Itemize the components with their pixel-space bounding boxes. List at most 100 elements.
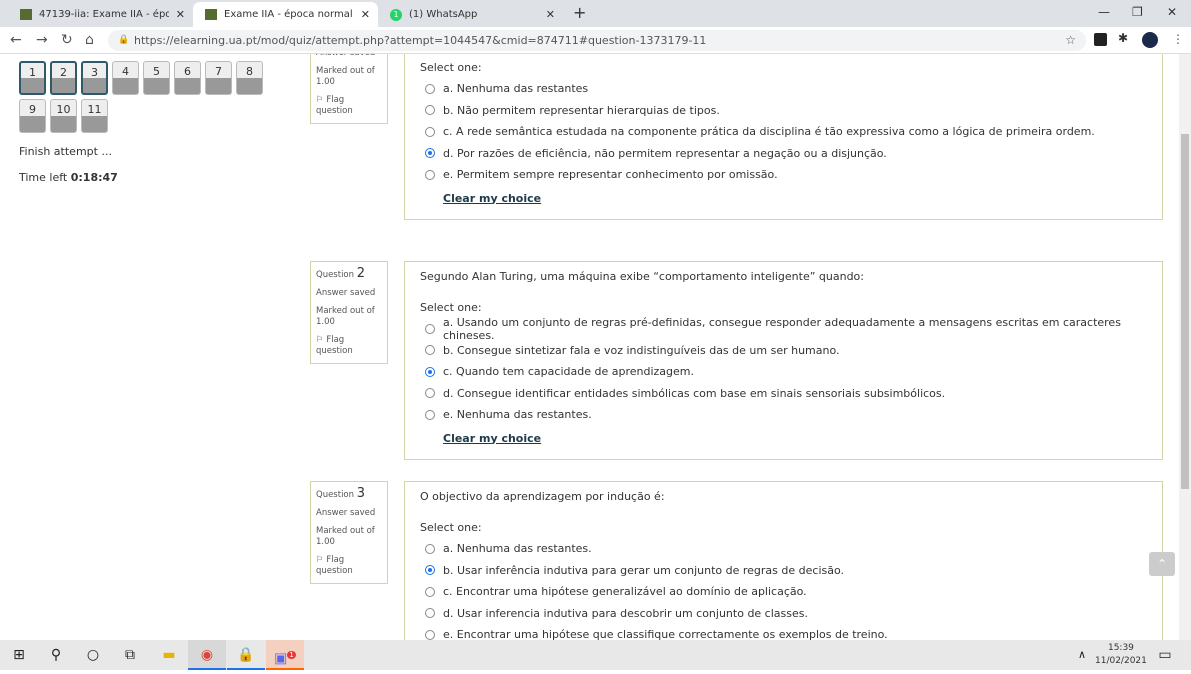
answer-option[interactable]: c. Quando tem capacidade de aprendizagem… — [420, 361, 1147, 383]
radio-button[interactable] — [425, 345, 435, 356]
radio-button[interactable] — [425, 629, 435, 640]
back-to-top-button[interactable]: ⌃ — [1149, 552, 1175, 576]
radio-button[interactable] — [425, 83, 435, 94]
quiz-nav-button[interactable]: 10 — [50, 99, 77, 133]
answer-option[interactable]: c. Encontrar uma hipótese generalizável … — [420, 581, 1147, 603]
flag-question-link[interactable]: ⚐ Flag question — [316, 555, 382, 577]
search-icon[interactable]: ⚲ — [37, 640, 75, 670]
back-icon[interactable]: ← — [10, 32, 22, 48]
whatsapp-icon: 1 — [390, 8, 402, 21]
marked-out-of: Marked out of 1.00 — [316, 306, 375, 327]
bookmark-star-icon[interactable]: ☆ — [1065, 30, 1076, 51]
quiz-nav-button[interactable]: 4 — [112, 61, 139, 95]
url-input[interactable]: 🔒 https://elearning.ua.pt/mod/quiz/attemp… — [108, 30, 1086, 51]
chrome-icon[interactable]: ◉ — [188, 640, 226, 670]
extension-icon[interactable] — [1094, 33, 1107, 46]
quiz-nav-button[interactable]: 5 — [143, 61, 170, 95]
page-content: 1 2 3 4 5 6 7 8 9 10 11 Finish attempt ... Time le… — [0, 54, 1179, 640]
new-tab-button[interactable]: + — [573, 3, 586, 22]
radio-button[interactable] — [425, 608, 435, 619]
answer-option[interactable]: b. Não permitem representar hierarquias … — [420, 100, 1147, 122]
cortana-icon[interactable]: ○ — [74, 640, 112, 670]
answer-option[interactable]: a. Nenhuma das restantes — [420, 78, 1147, 100]
flag-question-link[interactable]: ⚐ Flag question — [316, 335, 382, 357]
tab-bar: 47139-iia: Exame IIA - época normal✕ Exa… — [0, 0, 1191, 27]
forward-icon[interactable]: → — [36, 32, 48, 48]
radio-button[interactable] — [425, 543, 435, 554]
answer-status: Answer saved — [316, 54, 382, 59]
flag-question-link[interactable]: ⚐ Flag question — [316, 95, 382, 117]
scrollbar-thumb[interactable] — [1181, 134, 1189, 489]
scrollbar[interactable] — [1179, 54, 1191, 640]
radio-button[interactable] — [425, 105, 435, 116]
radio-button[interactable] — [425, 388, 435, 399]
answer-status: Answer saved — [316, 508, 376, 518]
close-tab-icon[interactable]: ✕ — [546, 8, 555, 21]
profile-avatar[interactable] — [1142, 32, 1158, 48]
clock[interactable]: 15:39 11/02/2021 — [1095, 642, 1147, 668]
question-info: Question 2 Answer saved Marked out of 1.… — [310, 261, 388, 364]
answer-option[interactable]: c. A rede semântica estudada na componen… — [420, 121, 1147, 143]
flag-icon: ⚐ — [316, 335, 324, 345]
close-tab-icon[interactable]: ✕ — [176, 8, 185, 21]
notifications-icon[interactable]: ▭ — [1146, 640, 1184, 670]
minimize-button[interactable]: — — [1098, 5, 1110, 19]
tab-exam[interactable]: Exame IIA - época normal - 1ª parte✕ — [193, 2, 378, 27]
answer-status: Answer saved — [316, 288, 376, 298]
flag-icon: ⚐ — [316, 95, 324, 105]
answer-option[interactable]: b. Consegue sintetizar fala e voz indist… — [420, 340, 1147, 362]
answer-option[interactable]: e. Permitem sempre representar conhecime… — [420, 164, 1147, 186]
question-box: Relativamente às redes semânticas, indiq… — [404, 54, 1163, 220]
radio-button[interactable] — [425, 565, 435, 576]
question-info: Question 3 Answer saved Marked out of 1.… — [310, 481, 388, 584]
moodle-favicon-icon — [20, 9, 32, 20]
home-icon[interactable]: ⌂ — [85, 32, 94, 48]
radio-button[interactable] — [425, 323, 435, 334]
radio-button[interactable] — [425, 366, 435, 377]
clear-choice-link[interactable]: Clear my choice — [443, 432, 541, 445]
clear-choice-link[interactable]: Clear my choice — [443, 192, 541, 205]
restore-button[interactable]: ❐ — [1132, 5, 1143, 19]
flag-icon: ⚐ — [316, 555, 324, 565]
discord-icon[interactable]: ▣ 1 — [266, 640, 304, 670]
radio-button[interactable] — [425, 409, 435, 420]
extensions-puzzle-icon[interactable]: ✱ — [1118, 31, 1131, 45]
task-view-icon[interactable]: ⧉ — [111, 640, 149, 670]
answer-option[interactable]: b. Usar inferência indutiva para gerar u… — [420, 560, 1147, 582]
radio-button[interactable] — [425, 126, 435, 137]
quiz-nav-button[interactable]: 8 — [236, 61, 263, 95]
answer-option[interactable]: d. Consegue identificar entidades simból… — [420, 383, 1147, 405]
lock-icon: 🔒 — [118, 35, 130, 45]
answer-option[interactable]: d. Por razões de eficiência, não permite… — [420, 143, 1147, 165]
question-info: Question 1 Answer saved Marked out of 1.… — [310, 54, 388, 124]
quiz-nav-button[interactable]: 2 — [50, 61, 77, 95]
quiz-nav-button[interactable]: 1 — [19, 61, 46, 95]
answer-option[interactable]: e. Encontrar uma hipótese que classifiqu… — [420, 624, 1147, 640]
finish-attempt-link[interactable]: Finish attempt ... — [19, 145, 112, 158]
close-tab-icon[interactable]: ✕ — [361, 8, 370, 21]
taskbar: ⊞ ⚲ ○ ⧉ ▬ ◉ 🔒 ▣ 1 ∧ 15:39 11/02/2021 ▭ — [0, 640, 1191, 670]
quiz-nav-button[interactable]: 11 — [81, 99, 108, 133]
tab-course[interactable]: 47139-iia: Exame IIA - época normal✕ — [8, 2, 193, 27]
radio-button[interactable] — [425, 586, 435, 597]
radio-button[interactable] — [425, 148, 435, 159]
quiz-nav-button[interactable]: 3 — [81, 61, 108, 95]
answer-option[interactable]: a. Nenhuma das restantes. — [420, 538, 1147, 560]
menu-icon[interactable]: ⋮ — [1172, 32, 1184, 46]
quiz-nav-button[interactable]: 6 — [174, 61, 201, 95]
answer-option[interactable]: a. Usando um conjunto de regras pré-defi… — [420, 316, 1147, 342]
close-window-button[interactable]: ✕ — [1167, 5, 1177, 19]
answer-option[interactable]: e. Nenhuma das restantes. — [420, 404, 1147, 426]
quiz-nav-button[interactable]: 7 — [205, 61, 232, 95]
windows-start-icon[interactable]: ⊞ — [0, 640, 38, 670]
reload-icon[interactable]: ↻ — [61, 32, 73, 48]
file-explorer-icon[interactable]: ▬ — [150, 640, 188, 670]
answer-option[interactable]: d. Usar inferencia indutiva para descobr… — [420, 603, 1147, 625]
quiz-nav-button[interactable]: 9 — [19, 99, 46, 133]
timer: Time left 0:18:47 — [19, 171, 118, 184]
lock-app-icon[interactable]: 🔒 — [227, 640, 265, 670]
radio-button[interactable] — [425, 169, 435, 180]
question-text: O objectivo da aprendizagem por indução … — [420, 490, 665, 503]
tab-whatsapp[interactable]: 1 (1) WhatsApp ✕ — [378, 2, 563, 27]
marked-out-of: Marked out of 1.00 — [316, 526, 375, 547]
